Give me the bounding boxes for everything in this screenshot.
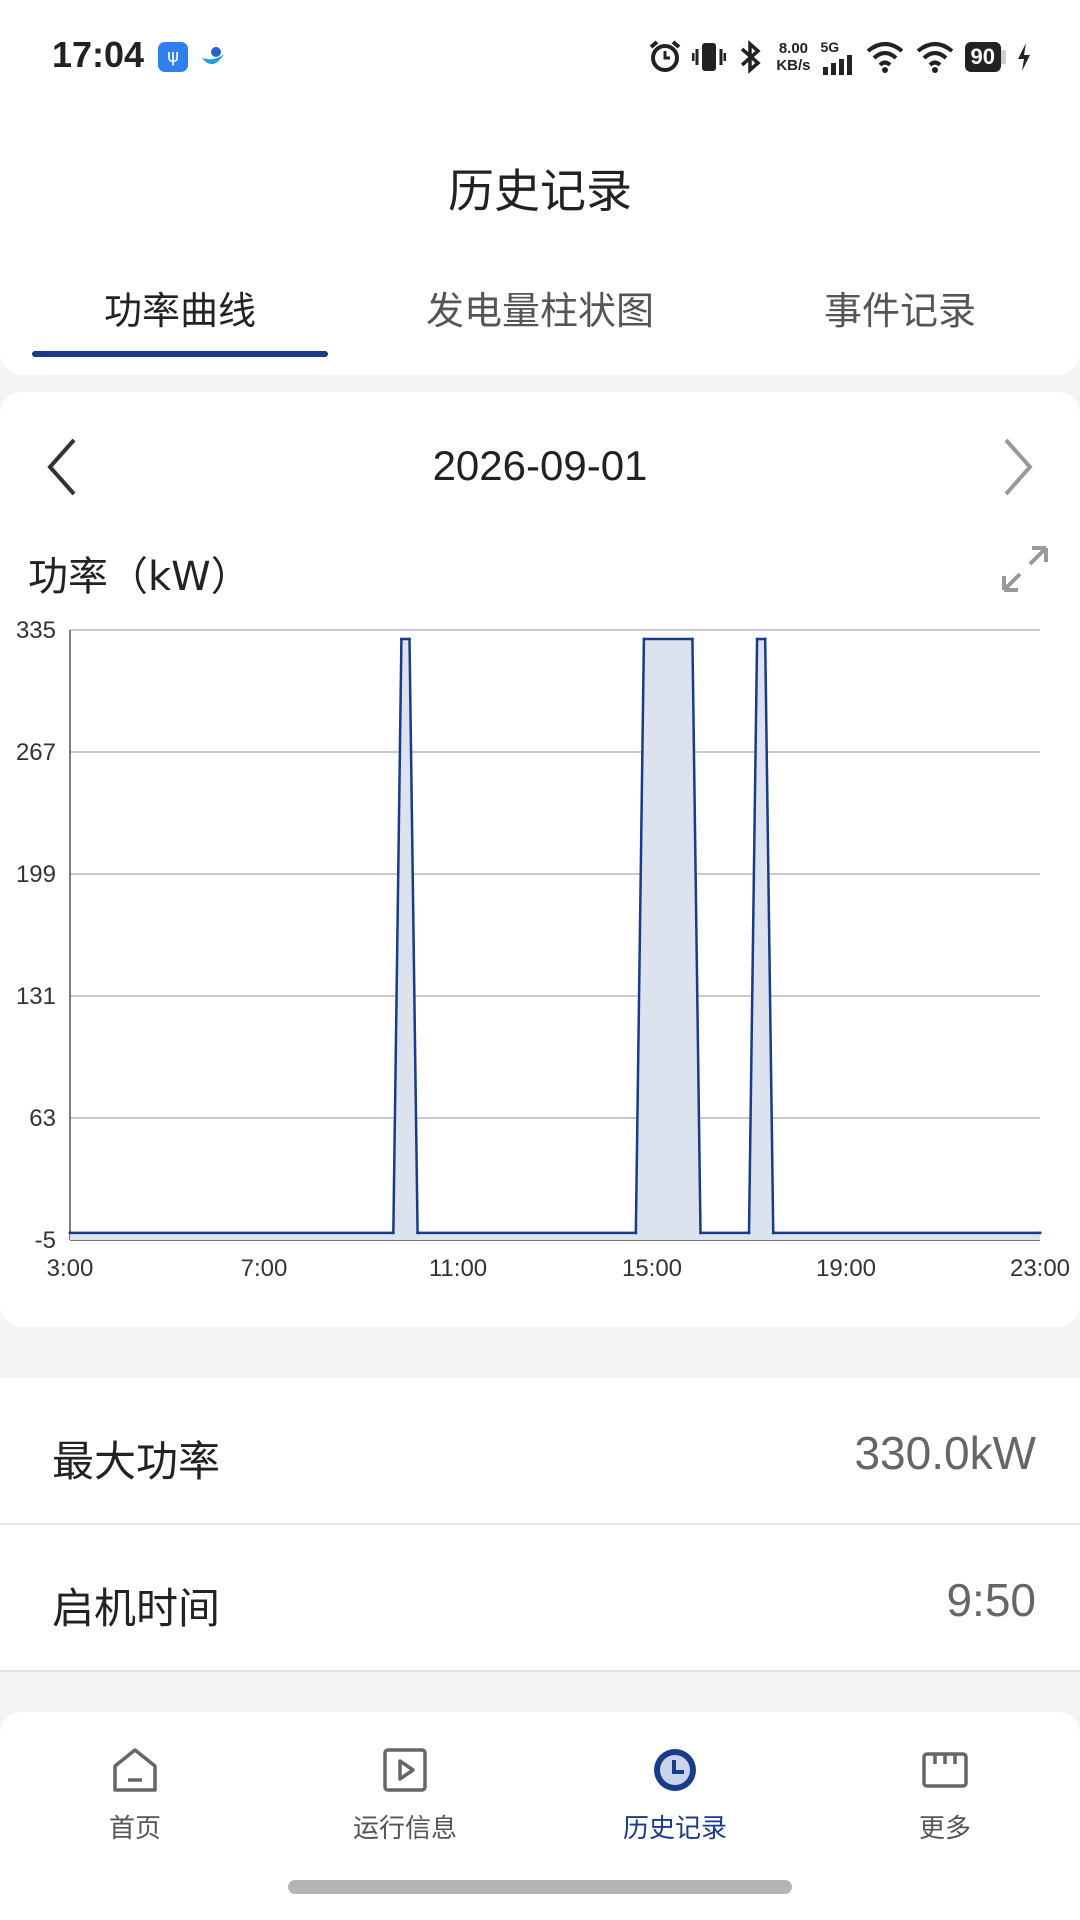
nav-label-history: 历史记录 (622, 1814, 727, 1844)
x-tick-label: 15:00 (622, 1255, 682, 1282)
net-speed-value: 8.00 (778, 40, 809, 57)
battery-level: 90 (964, 42, 1001, 72)
chart-title: 功率（kW） (28, 554, 251, 600)
status-time: 17:04 (52, 34, 145, 75)
data-point (747, 1231, 751, 1235)
y-tick-label: 335 (16, 617, 56, 644)
vibrate-icon (692, 43, 727, 71)
max-power-label: 最大功率 (52, 1437, 221, 1486)
tab-event-log[interactable]: 事件记录 (800, 280, 1000, 370)
data-point (642, 637, 646, 641)
nav-item-more[interactable]: 更多 (845, 1742, 1045, 1845)
cell-signal: 5G (821, 39, 855, 75)
data-point (1038, 1231, 1042, 1235)
date-label: 2026-09-01 (432, 442, 648, 489)
y-tick-label: 131 (16, 983, 56, 1010)
data-point (634, 1231, 638, 1235)
network-type: 5G (820, 39, 840, 55)
x-tick-label: 7:00 (241, 1255, 288, 1282)
play-icon (383, 1748, 427, 1792)
page-header: 历史记录 功率曲线 发电量柱状图 事件记录 (0, 115, 1080, 375)
x-tick-label: 23:00 (1010, 1255, 1070, 1282)
data-point (416, 1231, 420, 1235)
y-tick-label: -5 (35, 1227, 56, 1254)
power-chart: 335 267 199 131 63 -53:00 7:00 11:00 15:00 19:00 2… (16, 617, 1070, 1282)
info-row-start-time: 启机时间 9:50 (0, 1525, 1080, 1672)
start-time-label: 启机时间 (52, 1584, 221, 1633)
data-point (763, 637, 767, 641)
data-point (391, 1231, 395, 1235)
wifi-icon (916, 42, 953, 73)
nav-item-run-info[interactable]: 运行信息 (305, 1742, 505, 1845)
info-row-max-power: 最大功率 330.0kW (0, 1378, 1080, 1525)
x-tick-label: 19:00 (816, 1255, 876, 1282)
app-icon (202, 47, 224, 65)
charging-icon (1018, 43, 1030, 71)
signal-icon (822, 55, 852, 75)
data-point (755, 637, 759, 641)
nav-item-home[interactable]: 首页 (35, 1742, 235, 1845)
home-indicator (288, 1880, 792, 1894)
status-bar: 17:04 ψ 8.00 KB/s 5G 90 (0, 0, 1080, 115)
page-title: 历史记录 (448, 164, 632, 218)
nav-item-history[interactable]: 历史记录 (575, 1742, 775, 1845)
battery-indicator: 90 (964, 42, 1006, 72)
y-tick-label: 199 (16, 861, 56, 888)
x-tick-label: 11:00 (429, 1255, 487, 1282)
nav-label-run-info: 运行信息 (352, 1814, 457, 1844)
usb-icon: ψ (158, 42, 188, 72)
power-line (70, 637, 1040, 1235)
data-point (399, 637, 403, 641)
y-tick-label: 63 (29, 1105, 56, 1132)
max-power-value: 330.0kW (854, 1427, 1036, 1479)
x-tick-label: 3:00 (47, 1255, 94, 1282)
home-icon (113, 1748, 157, 1792)
alarm-icon (650, 40, 681, 72)
net-speed-unit: KB/s (776, 57, 811, 74)
info-list: 最大功率 330.0kW 启机时间 9:50 (0, 1378, 1080, 1672)
battery-tip (1001, 50, 1006, 64)
bluetooth-icon (741, 40, 761, 74)
chart-card: 2026-09-01 功率（kW） 335 267 199 131 63 -5 3:00 7:… (0, 392, 1080, 1327)
network-speed: 8.00 KB/s (776, 40, 810, 74)
power-area (70, 638, 1040, 1240)
y-tick-label: 267 (16, 739, 56, 766)
data-point (771, 1231, 775, 1235)
data-point (68, 1231, 72, 1235)
data-point (699, 1231, 702, 1235)
chevron-right-icon[interactable] (990, 432, 1040, 502)
clock-icon (654, 1749, 696, 1791)
more-icon (922, 1752, 968, 1788)
data-point (408, 637, 411, 641)
expand-icon[interactable] (998, 542, 1052, 596)
tab-bar: 功率曲线 发电量柱状图 事件记录 (0, 275, 1080, 375)
data-point (690, 637, 694, 641)
wifi-icon (866, 42, 903, 73)
nav-label-more: 更多 (918, 1814, 971, 1844)
tab-generation-bar-chart[interactable]: 发电量柱状图 (400, 280, 680, 370)
tab-active-indicator (32, 351, 328, 357)
start-time-value: 9:50 (946, 1574, 1036, 1626)
nav-label-home: 首页 (108, 1814, 161, 1844)
